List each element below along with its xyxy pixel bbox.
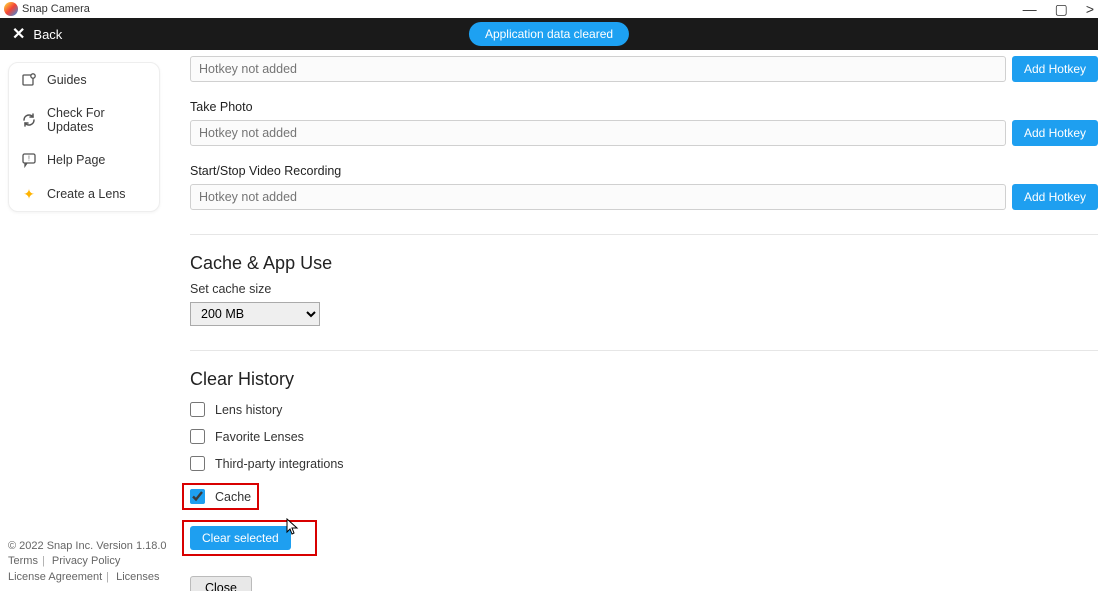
footer-link-privacy[interactable]: Privacy Policy: [52, 555, 120, 567]
checkbox-cache[interactable]: [190, 489, 205, 504]
footer-legal: © 2022 Snap Inc. Version 1.18.0 Terms| P…: [8, 539, 167, 585]
topbar: ✕ Back Application data cleared: [0, 18, 1098, 50]
sidebar-item-guides[interactable]: Guides: [9, 63, 159, 97]
sidebar-item-create-lens[interactable]: ✦ Create a Lens: [9, 177, 159, 211]
sidebar-item-updates[interactable]: Check For Updates: [9, 97, 159, 143]
back-label: Back: [33, 27, 62, 42]
footer-link-licenses[interactable]: Licenses: [116, 571, 159, 583]
sidebar: Guides Check For Updates ! Help Page ✦ C…: [0, 50, 160, 591]
checkbox-favorite[interactable]: [190, 429, 205, 444]
maximize-icon[interactable]: ▢: [1055, 1, 1068, 18]
cache-size-select[interactable]: 200 MB: [190, 302, 320, 326]
toast-message: Application data cleared: [469, 22, 629, 46]
add-hotkey-button-2[interactable]: Add Hotkey: [1012, 184, 1098, 210]
close-button[interactable]: Close: [190, 576, 252, 591]
back-button[interactable]: ✕ Back: [12, 24, 62, 44]
hotkey-input-0[interactable]: [190, 56, 1006, 82]
svg-text:!: !: [28, 156, 30, 163]
checkbox-thirdparty[interactable]: [190, 456, 205, 471]
add-hotkey-button-0[interactable]: Add Hotkey: [1012, 56, 1098, 82]
check-label: Cache: [215, 490, 251, 504]
history-heading: Clear History: [190, 369, 1098, 390]
app-icon: [4, 2, 18, 16]
check-row-thirdparty[interactable]: Third-party integrations: [190, 456, 1098, 471]
help-icon: !: [21, 152, 37, 168]
highlight-clear-selected: Clear selected: [182, 520, 317, 556]
check-label: Favorite Lenses: [215, 430, 304, 444]
sidebar-item-label: Create a Lens: [47, 187, 126, 201]
sidebar-item-label: Check For Updates: [47, 106, 147, 134]
footer-link-license-agreement[interactable]: License Agreement: [8, 571, 102, 583]
check-label: Lens history: [215, 403, 282, 417]
clear-selected-button[interactable]: Clear selected: [190, 526, 291, 550]
add-hotkey-button-1[interactable]: Add Hotkey: [1012, 120, 1098, 146]
highlight-cache-checkbox: Cache: [182, 483, 259, 510]
cache-sublabel: Set cache size: [190, 282, 1098, 296]
minimize-icon[interactable]: —: [1023, 1, 1037, 18]
copyright: © 2022 Snap Inc. Version 1.18.0: [8, 539, 167, 554]
next-icon[interactable]: >: [1086, 1, 1094, 18]
window-title: Snap Camera: [22, 3, 90, 15]
footer-link-terms[interactable]: Terms: [8, 555, 38, 567]
window-titlebar: Snap Camera — ▢ >: [0, 0, 1098, 18]
check-label: Third-party integrations: [215, 457, 344, 471]
close-icon: ✕: [12, 24, 25, 44]
sidebar-item-label: Guides: [47, 73, 87, 87]
field-label-take-photo: Take Photo: [190, 100, 1098, 114]
hotkey-input-take-photo[interactable]: [190, 120, 1006, 146]
refresh-icon: [21, 112, 37, 128]
checkbox-lens-history[interactable]: [190, 402, 205, 417]
field-label-video: Start/Stop Video Recording: [190, 164, 1098, 178]
separator: [190, 234, 1098, 235]
check-row-lens-history[interactable]: Lens history: [190, 402, 1098, 417]
cache-heading: Cache & App Use: [190, 253, 1098, 274]
sparkle-icon: ✦: [21, 186, 37, 202]
check-row-favorite[interactable]: Favorite Lenses: [190, 429, 1098, 444]
guides-icon: [21, 72, 37, 88]
sidebar-item-help[interactable]: ! Help Page: [9, 143, 159, 177]
sidebar-item-label: Help Page: [47, 153, 105, 167]
hotkey-input-video[interactable]: [190, 184, 1006, 210]
separator-2: [190, 350, 1098, 351]
main-content: Add Hotkey Take Photo Add Hotkey Start/S…: [160, 50, 1098, 591]
